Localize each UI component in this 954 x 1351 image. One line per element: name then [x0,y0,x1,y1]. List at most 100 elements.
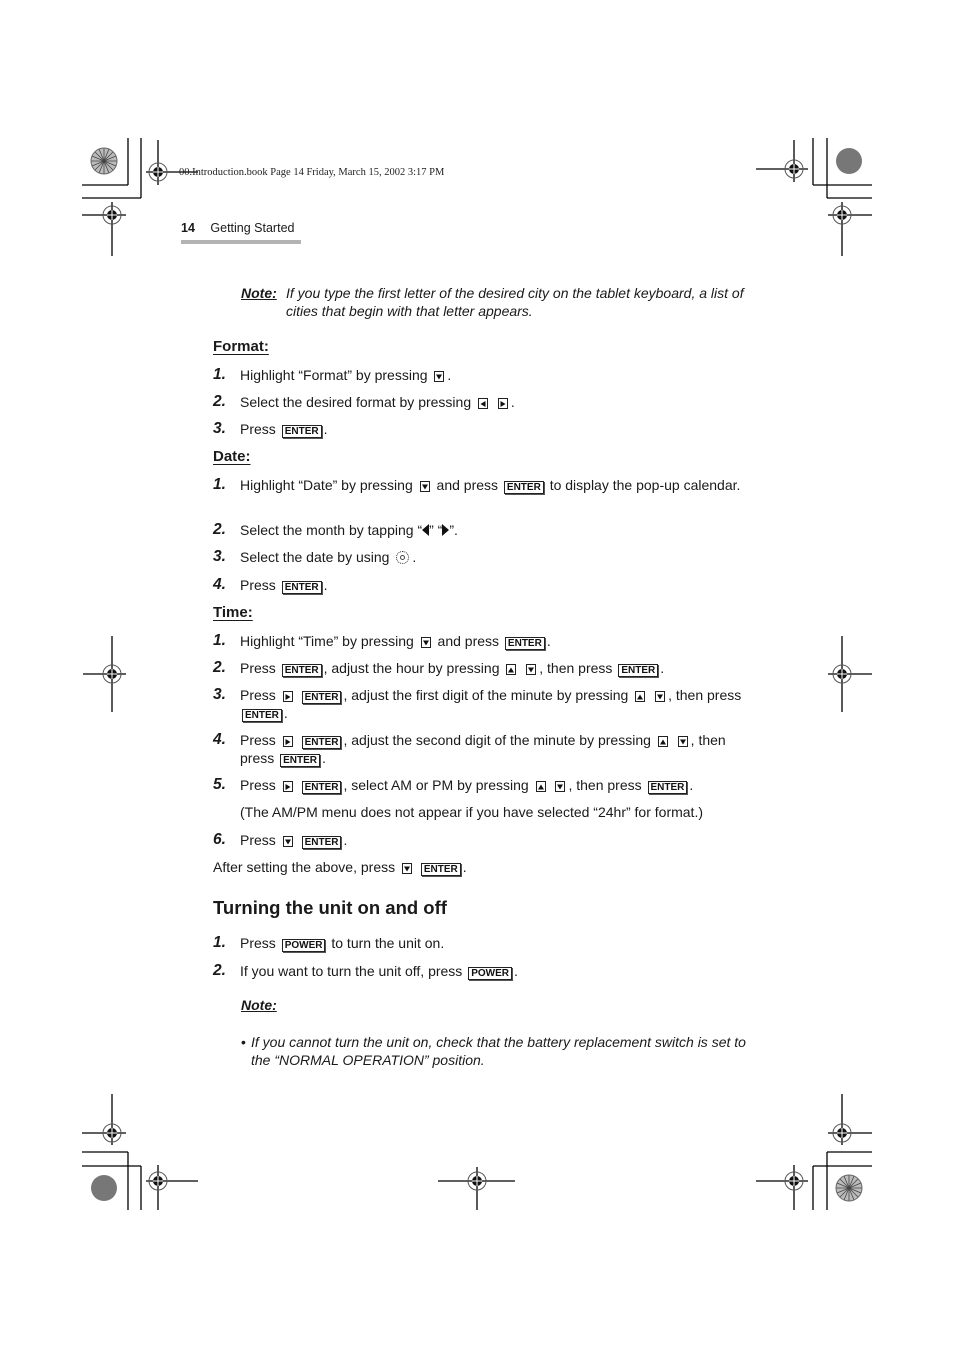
time-step-2: 2. Press ENTER , adjust the hour by press… [213,659,753,677]
step-text: After setting the above, press [213,859,396,875]
right-arrow-key-icon [497,398,508,409]
registration-mark [832,205,852,225]
format-step-1: 1. Highlight “Format” by pressing . [213,366,753,384]
running-head: 14 Getting Started [181,221,294,235]
right-arrow-key-icon [282,736,293,747]
step-text: . [462,859,467,875]
step-number: 6. [213,831,226,848]
format-step-2: 2. Select the desired format by pressing… [213,393,753,411]
step-text: ”. [449,522,458,538]
registration-mark [102,1123,122,1143]
step-number: 1. [213,632,226,649]
down-arrow-key-icon [434,371,445,382]
crop-mark-top-right [756,138,872,256]
step-text: , adjust the second digit of the minute … [343,732,651,748]
step-number: 1. [213,476,226,493]
down-arrow-key-icon [677,736,688,747]
time-step-1: 1. Highlight “Time” by pressing and pres… [213,632,753,650]
step-text: and press [437,633,500,649]
step-text: Press [240,832,276,848]
color-bar-bottom-right [835,1174,863,1202]
step-number: 4. [213,576,226,593]
step-number: 1. [213,366,226,383]
enter-key-icon: ENTER [281,425,322,438]
crop-mark-top-left [82,138,198,256]
step-text: . [546,633,551,649]
enter-key-icon: ENTER [301,836,342,849]
print-slug: 00.Introduction.book Page 14 Friday, Mar… [179,167,445,178]
step-text: to display the pop-up calendar. [549,477,741,493]
page-number: 14 [181,221,195,235]
power-step-1: 1. Press POWER to turn the unit on. [213,934,753,952]
right-arrow-key-icon [282,691,293,702]
step-text: , then press [668,687,742,703]
after-setting-text: After setting the above, press ENTER. [213,858,467,876]
enter-key-icon: ENTER [647,781,688,794]
note-text: If you type the first letter of the desi… [286,285,744,319]
date-step-1: 1. Highlight “Date” by pressing and pres… [213,476,753,494]
time-step-4: 4. Press ENTER, adjust the second digit … [213,731,753,767]
step-text: . [513,963,518,979]
step-text: Select the date by using [240,549,390,565]
registration-mark [784,1171,804,1191]
power-step-2: 2. If you want to turn the unit off, pre… [213,962,753,980]
registration-mark [832,664,852,684]
enter-key-icon: ENTER [420,863,461,876]
section-heading-power: Turning the unit on and off [213,897,447,918]
step-number: 2. [213,962,226,979]
step-number: 2. [213,521,226,538]
step-number: 3. [213,548,226,565]
format-step-3: 3. Press ENTER. [213,420,753,438]
down-arrow-key-icon [419,481,430,492]
down-arrow-key-icon [655,691,666,702]
step-text: Select the desired format by pressing [240,394,472,410]
step-text: , then press [568,777,642,793]
step-text: Press [240,660,276,676]
time-step-3: 3. Press ENTER, adjust the first digit o… [213,686,753,722]
section-heading-time: Time: [213,604,253,621]
step-text: . [660,660,665,676]
step-text: . [323,421,328,437]
left-arrow-key-icon [478,398,489,409]
section-heading-date: Date: [213,448,251,465]
right-arrow-key-icon [282,781,293,792]
step-text: and press [436,477,499,493]
step-text: Highlight “Date” by pressing [240,477,413,493]
bullet-icon: • [241,1034,246,1050]
down-arrow-key-icon [420,637,431,648]
step-text: Press [240,732,276,748]
enter-key-icon: ENTER [280,754,321,767]
up-arrow-key-icon [535,781,546,792]
enter-key-icon: ENTER [301,736,342,749]
step-text: . [412,549,417,565]
registration-mark [102,664,122,684]
step-number: 5. [213,776,226,793]
note-label: Note: [241,285,277,301]
step-text: . [323,577,328,593]
step-text: Press [240,577,276,593]
color-bar-top-right [836,148,862,174]
step-text: Press [240,935,276,951]
note-text: If you cannot turn the unit on, check th… [251,1034,746,1068]
cursor-pad-icon [396,551,410,564]
enter-key-icon: ENTER [618,664,659,677]
step-text: Highlight “Time” by pressing [240,633,414,649]
date-step-4: 4. Press ENTER. [213,576,753,594]
step-text: , adjust the hour by pressing [323,660,500,676]
enter-key-icon: ENTER [301,781,342,794]
step-number: 2. [213,659,226,676]
up-arrow-key-icon [657,736,668,747]
step-text: Press [240,421,276,437]
step-text: ” “ [429,522,443,538]
ampm-note: (The AM/PM menu does not appear if you h… [240,804,703,820]
step-text: , adjust the first digit of the minute b… [343,687,629,703]
date-step-3: 3. Select the date by using . [213,548,753,566]
step-text: Press [240,687,276,703]
step-text: . [510,394,515,410]
up-arrow-key-icon [635,691,646,702]
step-number: 3. [213,686,226,703]
step-text: . [322,750,326,766]
step-number: 2. [213,393,226,410]
registration-mark [467,1171,487,1191]
registration-mark [148,162,168,182]
